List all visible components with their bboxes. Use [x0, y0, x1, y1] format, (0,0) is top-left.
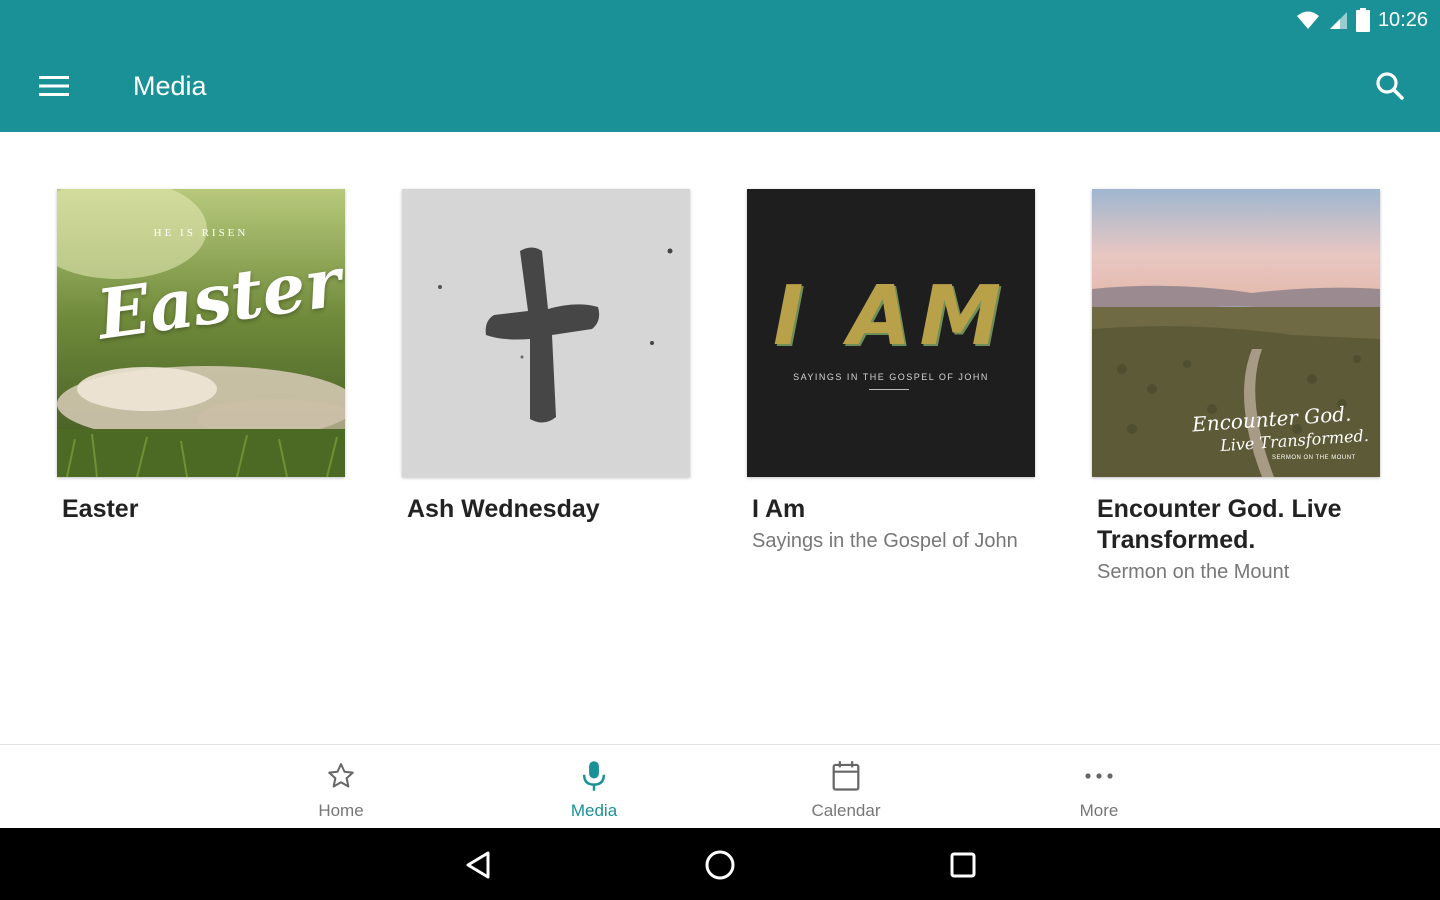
status-bar: 10:26 [1296, 6, 1428, 34]
microphone-icon [582, 761, 606, 791]
system-recents-button[interactable] [940, 842, 986, 888]
series-card-ash-wednesday[interactable]: Ash Wednesday [402, 189, 690, 525]
home-circle-icon [705, 850, 735, 880]
series-title: Easter [62, 495, 139, 523]
nav-label-home: Home [318, 801, 364, 820]
media-grid: HE IS RISEN Easter Easter Ash Wednesday … [0, 132, 1440, 744]
nav-item-home[interactable]: Home [271, 745, 411, 829]
series-card-i-am[interactable]: I AM SAYINGS IN THE GOSPEL OF JOHN I Am … [747, 189, 1035, 554]
toolbar: Media [0, 40, 1440, 132]
i-am-art-letters: I AM [772, 269, 1010, 364]
back-triangle-icon [466, 851, 490, 879]
series-card-easter[interactable]: HE IS RISEN Easter Easter [57, 189, 345, 525]
recents-square-icon [950, 852, 976, 878]
i-am-art-caption: SAYINGS IN THE GOSPEL OF JOHN [793, 372, 989, 382]
nav-item-media[interactable]: Media [524, 745, 664, 829]
i-am-art-rule [869, 389, 909, 390]
series-artwork-easter: HE IS RISEN Easter [57, 189, 345, 477]
search-button[interactable] [1368, 64, 1412, 108]
encounter-art-caption: SERMON ON THE MOUNT [1272, 455, 1356, 461]
nav-item-calendar[interactable]: Calendar [776, 745, 916, 829]
calendar-icon [832, 761, 860, 791]
status-time: 10:26 [1377, 8, 1428, 31]
page-title: Media [133, 71, 207, 101]
search-icon [1376, 72, 1404, 100]
system-back-button[interactable] [455, 842, 501, 888]
nav-label-calendar: Calendar [811, 801, 881, 820]
nav-label-more: More [1079, 801, 1119, 820]
hamburger-menu-icon [39, 76, 69, 96]
series-title: Encounter God. Live Transformed. [1097, 495, 1342, 554]
system-navigation-bar [0, 828, 1440, 900]
nav-item-more[interactable]: More [1029, 745, 1169, 829]
bottom-navigation: Home Media Calendar More [0, 744, 1440, 828]
series-title: I Am [752, 495, 806, 523]
wifi-icon [1296, 11, 1319, 29]
star-outline-icon [328, 763, 354, 788]
series-artwork-encounter-god: Encounter God. Live Transformed. SERMON … [1092, 189, 1380, 477]
series-artwork-ash-wednesday [402, 189, 690, 477]
series-title: Ash Wednesday [407, 495, 600, 523]
system-home-button[interactable] [697, 842, 743, 888]
series-subtitle: Sayings in the Gospel of John [752, 530, 1018, 552]
series-subtitle: Sermon on the Mount [1097, 561, 1290, 583]
app-bar: 10:26 Media [0, 0, 1440, 132]
more-horizontal-icon [1085, 773, 1113, 779]
menu-button[interactable] [30, 66, 78, 106]
series-card-encounter-god[interactable]: Encounter God. Live Transformed. SERMON … [1092, 189, 1380, 585]
cell-signal-icon [1329, 12, 1347, 29]
series-artwork-i-am: I AM SAYINGS IN THE GOSPEL OF JOHN [747, 189, 1035, 477]
easter-art-tagline: HE IS RISEN [153, 227, 249, 239]
battery-icon [1355, 8, 1370, 32]
nav-label-media: Media [570, 801, 618, 820]
